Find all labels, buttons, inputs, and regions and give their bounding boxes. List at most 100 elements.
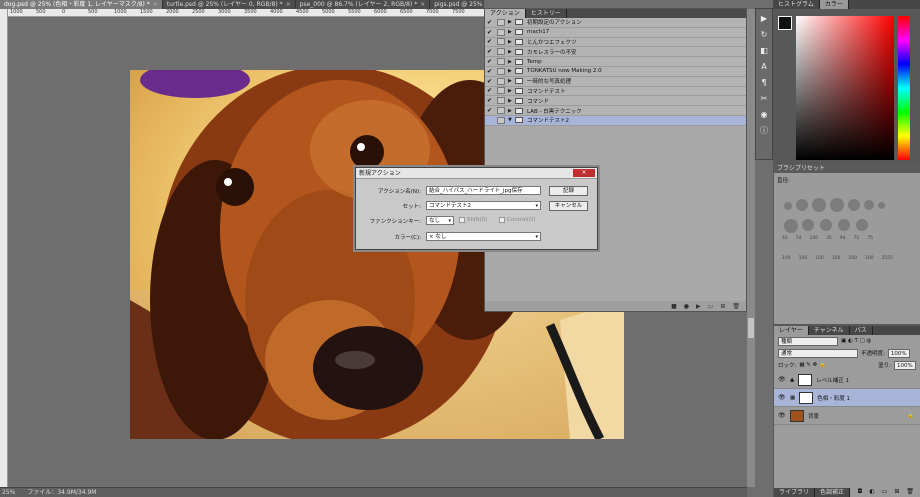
expand-triangle-icon[interactable]: ▶ xyxy=(508,29,515,35)
expand-triangle-icon[interactable]: ▶ xyxy=(508,68,515,74)
function-key-select[interactable]: なし ▾ xyxy=(426,216,454,225)
tab-paths[interactable]: パス xyxy=(849,326,873,335)
brush-preset[interactable] xyxy=(838,219,850,231)
dialog-toggle-box[interactable] xyxy=(497,48,505,56)
expand-triangle-icon[interactable]: ▶ xyxy=(508,88,515,94)
close-icon[interactable]: × xyxy=(420,0,425,9)
expand-triangle-icon[interactable]: ▶ xyxy=(508,78,515,84)
brush-preset[interactable] xyxy=(784,202,792,210)
action-set-row-selected[interactable]: ▼ コマンドテスト2 xyxy=(485,115,746,126)
canvas-vertical-scrollbar[interactable] xyxy=(747,9,755,487)
scrollbar-thumb[interactable] xyxy=(748,318,754,338)
check-icon[interactable]: ✔ xyxy=(485,87,494,94)
eye-icon[interactable]: 👁 xyxy=(778,376,786,383)
check-icon[interactable]: ✔ xyxy=(485,48,494,55)
dialog-toggle-box[interactable] xyxy=(497,77,505,85)
dialog-toggle-box[interactable] xyxy=(497,18,505,26)
action-set-row[interactable]: ✔ ▶ とんかつエフェクツ xyxy=(485,37,746,48)
dialog-toggle-box[interactable] xyxy=(497,116,505,124)
trash-icon[interactable]: 🗑 xyxy=(732,303,740,310)
doc-tab-pigs[interactable]: pigs.psd @ 25% (レイヤー 0, RGB/8) *× xyxy=(430,0,484,9)
set-select[interactable]: コマンドテスト2 ▾ xyxy=(426,201,541,210)
brush-preset[interactable] xyxy=(796,199,808,211)
info-icon[interactable]: ⓘ xyxy=(757,125,771,137)
tab-histogram[interactable]: ヒストグラム xyxy=(773,0,820,9)
dialog-toggle-box[interactable] xyxy=(497,58,505,66)
collapse-triangle-icon[interactable]: ▼ xyxy=(508,117,515,123)
color-picker-field[interactable] xyxy=(796,16,894,160)
doc-tab-dog[interactable]: dog.psd @ 25% (色相・彩度 1, レイヤーマスク/8) * × xyxy=(0,0,163,9)
new-set-icon[interactable]: ▭ xyxy=(708,303,714,310)
tab-libraries[interactable]: ライブラリ xyxy=(774,488,816,497)
tab-actions[interactable]: アクション xyxy=(485,9,526,18)
brush-preset[interactable] xyxy=(784,219,798,233)
opacity-input[interactable]: 100% xyxy=(887,348,910,358)
color-wheel-icon[interactable]: ◉ xyxy=(757,109,771,121)
check-icon[interactable]: ✔ xyxy=(485,19,494,26)
vertical-ruler[interactable] xyxy=(0,9,8,487)
tab-layers[interactable]: レイヤー xyxy=(774,326,809,335)
expand-triangle-icon[interactable]: ▶ xyxy=(508,39,515,45)
brush-preset[interactable] xyxy=(848,199,860,211)
brush-preset[interactable] xyxy=(812,198,826,212)
tab-channels[interactable]: チャンネル xyxy=(808,326,850,335)
dialog-toggle-box[interactable] xyxy=(497,67,505,75)
layer-row-selected[interactable]: 👁 ▦ 色相・彩度 1 xyxy=(774,389,920,407)
dialog-toggle-box[interactable] xyxy=(497,97,505,105)
check-icon[interactable]: ✔ xyxy=(485,58,494,65)
action-set-row[interactable]: ✔ ▶ 一時的な写真処理 xyxy=(485,76,746,87)
tab-adjustments[interactable]: 色調補正 xyxy=(815,488,851,497)
new-action-icon[interactable]: ⊞ xyxy=(720,303,725,310)
lock-icons[interactable]: ▦ ✎ ✥ 🔒 xyxy=(799,362,826,368)
dialog-toggle-box[interactable] xyxy=(497,28,505,36)
action-set-row[interactable]: ✔ ▶ コマンドテスト xyxy=(485,86,746,97)
check-icon[interactable]: ✔ xyxy=(485,38,494,45)
tab-color[interactable]: カラー xyxy=(819,0,849,9)
action-name-input[interactable]: 結合_ハイパス_ハードライト_jpg保存 xyxy=(426,186,541,195)
play-icon[interactable]: ▶ xyxy=(757,13,771,25)
dialog-toggle-box[interactable] xyxy=(497,107,505,115)
layer-thumbnail[interactable] xyxy=(790,409,804,422)
check-icon[interactable]: ✔ xyxy=(485,107,494,114)
new-layer-icon[interactable]: ⊞ xyxy=(894,488,899,495)
check-icon[interactable]: ✔ xyxy=(485,68,494,75)
layers-icon[interactable]: ◧ xyxy=(757,45,771,57)
close-button[interactable]: × xyxy=(573,169,595,177)
brush-preset[interactable] xyxy=(878,202,885,209)
stop-icon[interactable]: ■ xyxy=(671,303,677,310)
expand-triangle-icon[interactable]: ▶ xyxy=(508,108,515,114)
hue-slider[interactable] xyxy=(898,16,910,160)
eye-icon[interactable]: 👁 xyxy=(778,412,786,419)
control-checkbox[interactable]: Control(O) xyxy=(499,217,536,223)
zoom-level[interactable]: 25% xyxy=(2,488,15,497)
action-set-row[interactable]: ✔ ▶ Temp xyxy=(485,57,746,67)
expand-triangle-icon[interactable]: ▶ xyxy=(508,59,515,65)
brush-preset[interactable] xyxy=(864,200,874,210)
dialog-toggle-box[interactable] xyxy=(497,38,505,46)
fill-input[interactable]: 100% xyxy=(894,360,916,370)
record-icon[interactable]: ● xyxy=(684,303,689,310)
horizontal-ruler[interactable]: 1000 500 0 500 1000 1500 2000 2500 3000 … xyxy=(8,9,484,17)
shift-checkbox[interactable]: Shift(S) xyxy=(459,217,487,223)
brush-preset[interactable] xyxy=(802,219,814,231)
action-set-row[interactable]: ✔ ▶ TONKATSU now Making 2.0 xyxy=(485,66,746,77)
doc-tab-pse[interactable]: pse_000 @ 86.7% (レイヤー 2, RGB/8) * × xyxy=(295,0,431,9)
type-icon[interactable]: A xyxy=(757,61,771,73)
action-set-row[interactable]: ✔ ▶ mach17 xyxy=(485,27,746,38)
layer-row[interactable]: 👁 背景 🔒 xyxy=(774,407,920,425)
brush-preset[interactable] xyxy=(830,198,844,212)
close-icon[interactable]: × xyxy=(153,0,158,9)
action-set-row[interactable]: ✔ ▶ カモレスラーの不安 xyxy=(485,47,746,58)
color-select[interactable]: × なし ▾ xyxy=(426,232,541,241)
layer-mask-thumbnail[interactable] xyxy=(798,373,813,386)
play-icon[interactable]: ▶ xyxy=(696,303,701,310)
trash-icon[interactable]: 🗑 xyxy=(906,488,914,495)
foreground-color-swatch[interactable] xyxy=(778,16,792,30)
close-icon[interactable]: × xyxy=(286,0,291,9)
doc-tab-turtle[interactable]: turtle.psd @ 25% (レイヤー 0, RGB/8) * × xyxy=(162,0,296,9)
brush-preset[interactable] xyxy=(820,219,832,231)
action-set-row[interactable]: ✔ ▶ LAB - 白黒テクニック xyxy=(485,106,746,116)
check-icon[interactable]: ✔ xyxy=(485,78,494,85)
group-folder-icon[interactable]: ▭ xyxy=(882,488,888,495)
paragraph-icon[interactable]: ¶ xyxy=(757,77,771,89)
